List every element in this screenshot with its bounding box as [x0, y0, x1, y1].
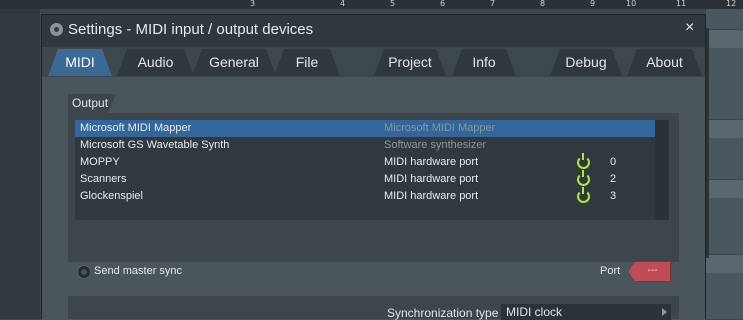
device-port: 2: [610, 173, 617, 185]
background-right-panel: [706, 9, 743, 319]
device-name: Microsoft MIDI Mapper: [80, 122, 192, 134]
tab-debug[interactable]: Debug: [550, 49, 622, 76]
device-type: MIDI hardware port: [384, 173, 479, 185]
ruler-mark: 4: [340, 0, 346, 8]
power-icon[interactable]: [577, 153, 590, 169]
send-master-sync-radio[interactable]: [77, 265, 91, 279]
power-icon[interactable]: [577, 170, 590, 186]
playlist-track: [706, 179, 743, 198]
ruler-mark: 10: [626, 0, 637, 8]
ruler-mark: 7: [490, 0, 496, 8]
close-icon[interactable]: ×: [685, 19, 694, 37]
dialog-titlebar[interactable]: Settings - MIDI input / output devices ×: [42, 15, 705, 47]
port-selector-button[interactable]: ---: [628, 261, 671, 282]
background-left-panel: [0, 9, 40, 319]
device-row-scanners[interactable]: Scanners MIDI hardware port 2: [75, 170, 655, 188]
ruler-mark: 3: [250, 0, 256, 8]
device-type: Microsoft MIDI Mapper: [384, 122, 496, 134]
output-device-list: Microsoft MIDI Mapper Microsoft MIDI Map…: [75, 120, 655, 220]
playlist-track: [706, 254, 743, 273]
tab-audio[interactable]: Audio: [117, 49, 194, 76]
device-name: Microsoft GS Wavetable Synth: [80, 139, 230, 151]
device-row-microsoft-midi-mapper[interactable]: Microsoft MIDI Mapper Microsoft MIDI Map…: [75, 120, 655, 137]
device-row-moppy[interactable]: MOPPY MIDI hardware port 0: [75, 153, 655, 171]
tab-file[interactable]: File: [274, 49, 340, 76]
ruler-mark: 11: [676, 0, 687, 8]
track-divider: [706, 28, 709, 258]
device-port: 0: [610, 156, 617, 168]
settings-gear-icon: [50, 23, 63, 36]
tab-general[interactable]: General: [192, 49, 276, 76]
port-label: Port: [600, 265, 621, 277]
power-icon[interactable]: [577, 187, 590, 203]
ruler-mark: 12: [726, 0, 737, 8]
background-ruler-bar: 3 4 5 6 7 8 9 10 11 12: [0, 0, 743, 9]
device-name: MOPPY: [80, 156, 120, 168]
device-type: Software synthesizer: [384, 139, 487, 151]
playlist-track: [706, 29, 743, 48]
tab-midi[interactable]: MIDI: [48, 49, 112, 76]
settings-tabs: MIDI Audio General File Project Info Deb…: [42, 47, 705, 77]
tab-about[interactable]: About: [627, 49, 702, 76]
timeline-ruler: 3 4 5 6 7 8 9 10 11 12: [40, 0, 743, 9]
device-row-glockenspiel[interactable]: Glockenspiel MIDI hardware port 3: [75, 187, 655, 205]
ruler-mark: 5: [390, 0, 396, 8]
synchronization-type-label: Synchronization type: [387, 306, 499, 320]
ruler-mark: 8: [540, 0, 546, 8]
synchronization-type-value: MIDI clock: [506, 305, 563, 319]
device-type: MIDI hardware port: [384, 190, 479, 202]
ruler-mark: 9: [590, 0, 596, 8]
device-row-gs-wavetable-synth[interactable]: Microsoft GS Wavetable Synth Software sy…: [75, 137, 655, 154]
send-master-sync-label: Send master sync: [94, 265, 183, 277]
playlist-track: [706, 119, 743, 138]
dropdown-arrow-icon: [662, 308, 667, 316]
device-list-scrollbar[interactable]: [655, 120, 669, 220]
ruler-mark: 6: [440, 0, 446, 8]
device-name: Glockenspiel: [80, 190, 143, 202]
output-section-label: Output: [68, 94, 116, 113]
tab-project[interactable]: Project: [374, 49, 446, 76]
synchronization-type-select[interactable]: MIDI clock: [501, 304, 671, 320]
dialog-title: Settings - MIDI input / output devices: [68, 21, 314, 38]
tab-info[interactable]: Info: [452, 49, 516, 76]
device-port: 3: [610, 190, 617, 202]
device-name: Scanners: [80, 173, 127, 185]
device-type: MIDI hardware port: [384, 156, 479, 168]
